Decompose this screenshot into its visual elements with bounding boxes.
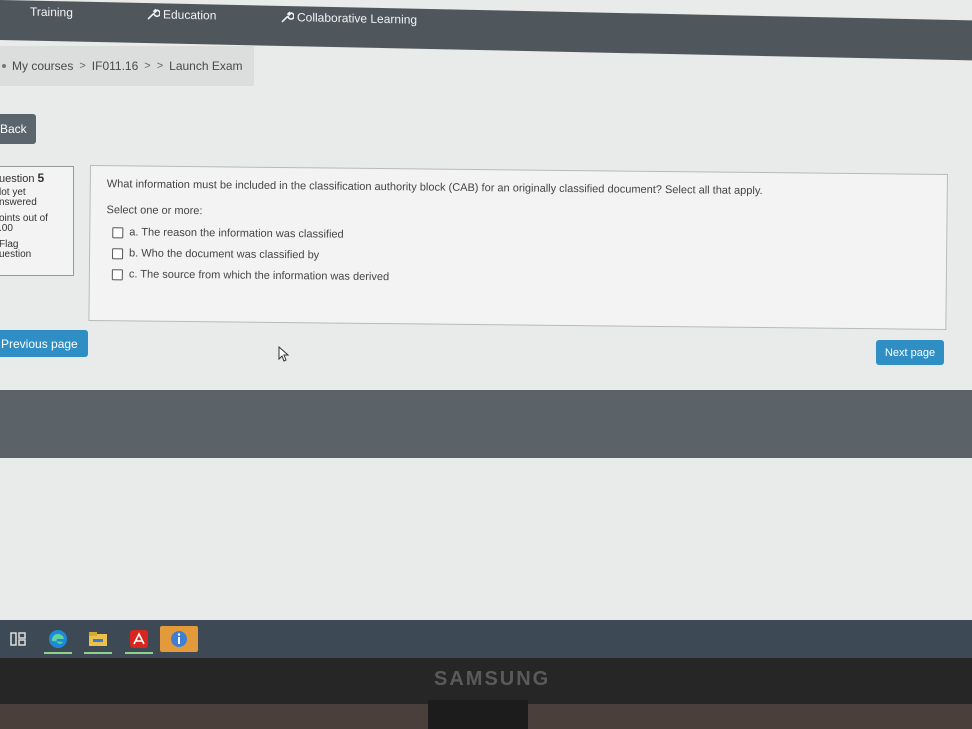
checkbox[interactable] [112,226,124,238]
question-card: What information must be included in the… [88,165,948,330]
info-app-icon[interactable] [160,626,198,652]
previous-page-button[interactable]: Previous page [0,330,88,357]
select-instruction: Select one or more: [106,204,203,218]
question-status: lot yet nswered [0,187,37,208]
checkbox[interactable] [111,268,123,280]
file-explorer-icon[interactable] [82,626,114,654]
chevron-right-icon: > [79,60,86,72]
question-text: What information must be included in the… [106,178,763,198]
task-view-icon[interactable] [2,626,34,652]
page-footer [0,390,972,458]
nav-training[interactable]: Training [30,5,73,20]
flag-question-button[interactable]: Flag uestion [0,240,73,260]
back-button[interactable]: Back [0,114,36,144]
next-page-button[interactable]: Next page [876,340,944,365]
wrench-icon [147,8,160,20]
option-c[interactable]: c. The source from which the information… [111,268,930,289]
monitor-brand-logo: SAMSUNG [434,668,551,690]
mouse-cursor-icon [278,346,290,362]
question-info-panel: uestion 5 lot yet nswered oints out of .… [0,166,74,276]
chevron-right-icon: > [156,60,164,72]
nav-collaborative-learning[interactable]: Collaborative Learning [280,10,417,27]
breadcrumb-course[interactable]: IF011.16 [92,59,138,73]
breadcrumb: My courses > IF011.16 > > Launch Exam [0,46,254,86]
wrench-icon [281,11,294,23]
chevron-right-icon: > [144,60,151,72]
monitor-stand [428,700,528,729]
question-points: oints out of .00 [0,213,48,234]
bullet-icon [2,64,6,68]
nav-education[interactable]: Education [146,7,216,23]
edge-browser-icon[interactable] [42,626,74,654]
breadcrumb-my-courses[interactable]: My courses [12,59,73,73]
checkbox[interactable] [112,247,124,259]
acrobat-reader-icon[interactable] [123,626,155,654]
option-a[interactable]: a. The reason the information was classi… [112,226,930,247]
browser-viewport: Training Education Collaborative Learnin… [0,0,972,620]
question-number: uestion 5 [0,171,45,185]
breadcrumb-launch-exam[interactable]: Launch Exam [169,59,242,73]
option-b[interactable]: b. Who the document was classified by [112,247,930,268]
taskbar [0,620,972,658]
